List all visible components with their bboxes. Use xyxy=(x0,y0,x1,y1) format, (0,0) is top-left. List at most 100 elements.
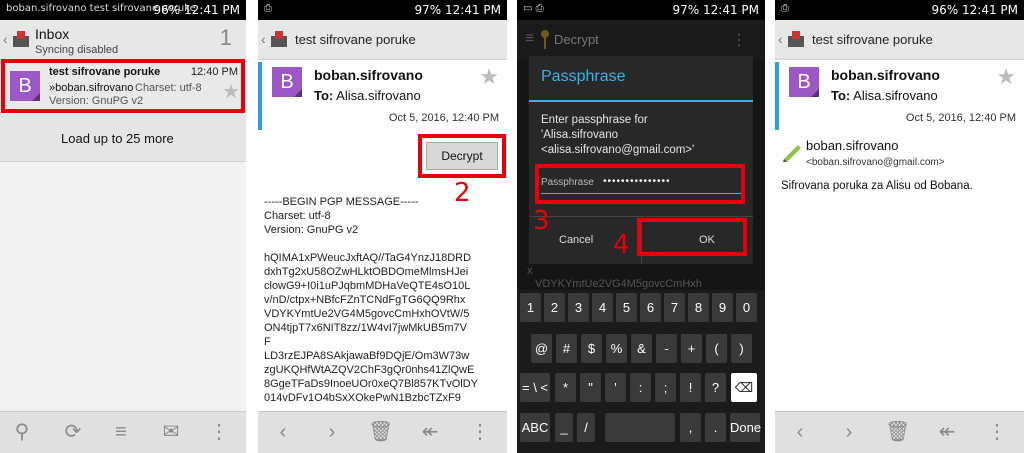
tutorial-composite: boban.sifrovano test sifrovane poruke 96… xyxy=(0,0,1024,453)
key-kr1-3[interactable]: 4 xyxy=(592,293,613,322)
reply-all-icon[interactable]: ↞ xyxy=(935,421,959,443)
message-title: test sifrovane poruke xyxy=(295,32,416,47)
key-kr2-1[interactable]: # xyxy=(556,334,577,363)
reply-all-icon[interactable]: ↞ xyxy=(418,421,442,443)
notification-icon: ⎙ xyxy=(781,3,789,14)
delete-icon[interactable]: 🗑 xyxy=(368,421,393,443)
load-more-label: Load up to 25 more xyxy=(61,131,174,146)
highlight-box-1 xyxy=(1,59,245,113)
message-appbar: ‹ test sifrovane poruke xyxy=(775,20,1024,60)
key-kr1-6[interactable]: 7 xyxy=(664,293,685,322)
signer-email: <boban.sifrovano@gmail.com> xyxy=(806,157,945,168)
message-date: Oct 5, 2016, 12:40 PM xyxy=(905,112,1016,124)
search-icon[interactable]: ⚲ xyxy=(10,421,34,443)
key-kr2-2[interactable]: $ xyxy=(581,334,602,363)
k9-mail-icon xyxy=(13,31,29,47)
key-kr3-0[interactable]: = \ < xyxy=(520,373,550,402)
overflow-icon[interactable]: ⋮ xyxy=(985,421,1009,443)
key-kr1-5[interactable]: 6 xyxy=(640,293,661,322)
sync-status: Syncing disabled xyxy=(35,44,119,56)
avatar: B xyxy=(789,67,819,97)
key-kr4-4[interactable]: , xyxy=(680,413,701,442)
sender-name: boban.sifrovano xyxy=(831,67,940,83)
refresh-icon[interactable]: ⟳ xyxy=(61,421,85,443)
sort-icon[interactable]: ≡ xyxy=(109,421,133,443)
recipient: To: Alisa.sifrovano xyxy=(831,88,938,103)
back-icon[interactable]: ‹ xyxy=(3,31,8,47)
key-kr1-8[interactable]: 9 xyxy=(712,293,733,322)
next-icon[interactable]: › xyxy=(320,421,344,443)
menu-icon[interactable]: ≡ xyxy=(525,30,534,48)
dialog-divider xyxy=(529,100,753,102)
recipient: To: Alisa.sifrovano xyxy=(314,88,421,103)
key-kr2-6[interactable]: + xyxy=(681,334,702,363)
key-kr2-7[interactable]: ( xyxy=(706,334,727,363)
message-header: B boban.sifrovano To: Alisa.sifrovano Oc… xyxy=(258,62,507,130)
inbox-appbar: ‹ Inbox Syncing disabled 1 xyxy=(0,20,246,60)
key-kr3-6[interactable]: ! xyxy=(680,373,701,402)
dialog-message: Enter passphrase for 'Alisa.sifrovano <a… xyxy=(541,113,694,158)
key-kr3-5[interactable]: ; xyxy=(655,373,676,402)
key-kr2-3[interactable]: % xyxy=(606,334,627,363)
cancel-button[interactable]: Cancel xyxy=(559,234,593,246)
key-kr3-3[interactable]: ' xyxy=(605,373,626,402)
notification-icon: ⎙ xyxy=(264,3,272,14)
key-kr4-1[interactable]: _ xyxy=(555,413,573,442)
key-kr4-2[interactable]: / xyxy=(577,413,595,442)
status-bar: ⎙ 97% 12:41 PM xyxy=(258,0,507,20)
previous-icon[interactable]: ‹ xyxy=(788,421,812,443)
delete-icon[interactable]: 🗑 xyxy=(885,421,910,443)
overflow-icon[interactable]: ⋮ xyxy=(468,421,492,443)
key-kr3-4[interactable]: : xyxy=(630,373,651,402)
key-kr2-8[interactable]: ) xyxy=(731,334,752,363)
to-label: To: xyxy=(314,88,334,103)
key-kr1-4[interactable]: 5 xyxy=(616,293,637,322)
next-icon[interactable]: › xyxy=(837,421,861,443)
key-kr3-1[interactable]: * xyxy=(555,373,576,402)
background-text: x xyxy=(527,265,533,277)
dialog-line-3: <alisa.sifrovano@gmail.com>' xyxy=(541,144,695,156)
back-icon[interactable]: ‹ xyxy=(261,31,266,47)
overflow-icon[interactable]: ⋮ xyxy=(731,30,747,50)
signature-pen-icon xyxy=(783,145,801,162)
appbar-title: Decrypt xyxy=(554,32,599,47)
key-kr1-0[interactable]: 1 xyxy=(520,293,541,322)
dialog-line-2: 'Alisa.sifrovano xyxy=(541,129,618,141)
key-kr2-0[interactable]: @ xyxy=(531,334,552,363)
notification-icon: ▭ ⎙ xyxy=(523,3,544,14)
message-title: test sifrovane poruke xyxy=(812,32,933,47)
previous-icon[interactable]: ‹ xyxy=(271,421,295,443)
avatar: B xyxy=(272,67,302,97)
status-clock: 96% 12:41 PM xyxy=(931,3,1018,17)
status-bar: boban.sifrovano test sifrovane poruke 96… xyxy=(0,0,246,20)
message-header: B boban.sifrovano To: Alisa.sifrovano Oc… xyxy=(775,62,1024,130)
k9-mail-icon xyxy=(788,31,804,47)
key-kr1-1[interactable]: 2 xyxy=(544,293,565,322)
sender-name: boban.sifrovano xyxy=(314,67,423,83)
load-more-row[interactable]: Load up to 25 more xyxy=(0,114,246,162)
key-kr4-3[interactable] xyxy=(605,413,675,442)
star-icon[interactable]: ★ xyxy=(479,64,499,90)
overflow-icon[interactable]: ⋮ xyxy=(207,421,231,443)
unread-count: 1 xyxy=(219,25,232,50)
key-kr1-2[interactable]: 3 xyxy=(568,293,589,322)
key-kr2-4[interactable]: & xyxy=(631,334,652,363)
key-kr1-9[interactable]: 0 xyxy=(736,293,757,322)
key-kr4-5[interactable]: . xyxy=(705,413,726,442)
to-value: Alisa.sifrovano xyxy=(336,88,421,103)
message-date: Oct 5, 2016, 12:40 PM xyxy=(388,112,499,124)
key-kr3-7[interactable]: ? xyxy=(705,373,726,402)
background-text-2: VDYKYmtUe2VG4M5govcCmHxh xyxy=(535,278,702,290)
key-kr1-7[interactable]: 8 xyxy=(688,293,709,322)
key-kr4-0[interactable]: ABC xyxy=(520,413,550,442)
compose-icon[interactable]: ✉ xyxy=(159,421,183,443)
key-kr4-6[interactable]: Done xyxy=(730,413,761,442)
status-bar: ▭ ⎙ 97% 12:41 PM xyxy=(517,0,765,20)
key-kr2-5[interactable]: - xyxy=(656,334,677,363)
screen-encrypted-message: ⎙ 97% 12:41 PM ‹ test sifrovane poruke B… xyxy=(258,0,507,453)
key-kr3-8[interactable]: ⌫ xyxy=(731,373,757,402)
star-icon[interactable]: ★ xyxy=(996,64,1016,90)
key-kr3-2[interactable]: " xyxy=(580,373,601,402)
pgp-message-body: -----BEGIN PGP MESSAGE----- Charset: utf… xyxy=(264,196,478,404)
back-icon[interactable]: ‹ xyxy=(778,31,783,47)
